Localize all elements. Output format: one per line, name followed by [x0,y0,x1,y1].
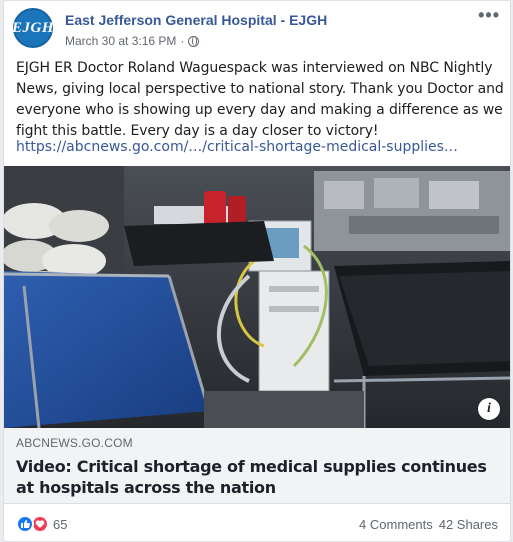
globe-icon [188,35,200,47]
page-name-link[interactable]: East Jefferson General Hospital - EJGH [65,12,327,28]
meta-separator: · [180,34,185,48]
post-header: EJGH East Jefferson General Hospital - E… [12,6,500,48]
info-icon[interactable]: i [478,398,500,420]
preview-title: Video: Critical shortage of medical supp… [16,457,487,497]
post-footer: 65 4 Comments 42 Shares [16,513,498,537]
link-preview[interactable]: ABCNEWS.GO.COM Video: Critical shortage … [4,428,510,504]
post-timestamp[interactable]: March 30 at 3:16 PM [65,34,176,48]
facebook-post-card: EJGH East Jefferson General Hospital - E… [3,0,511,542]
post-message: EJGH ER Doctor Roland Waguespack was int… [16,60,504,139]
reactions-summary[interactable]: 65 [16,515,67,533]
page-avatar[interactable]: EJGH [12,8,54,48]
engagement-stats: 4 Comments 42 Shares [359,517,498,532]
shares-count-link[interactable]: 42 Shares [439,517,498,532]
more-options-icon[interactable]: ••• [478,6,500,24]
preview-domain: ABCNEWS.GO.COM [16,436,133,450]
comments-count-link[interactable]: 4 Comments [359,517,433,532]
post-link[interactable]: https://abcnews.go.com/…/critical-shorta… [16,139,458,155]
like-reaction-icon [16,515,34,533]
hospital-ward-photo [4,166,510,428]
post-meta: March 30 at 3:16 PM · [65,34,200,48]
reaction-count: 65 [53,516,68,532]
link-preview-image[interactable]: i [4,166,510,428]
